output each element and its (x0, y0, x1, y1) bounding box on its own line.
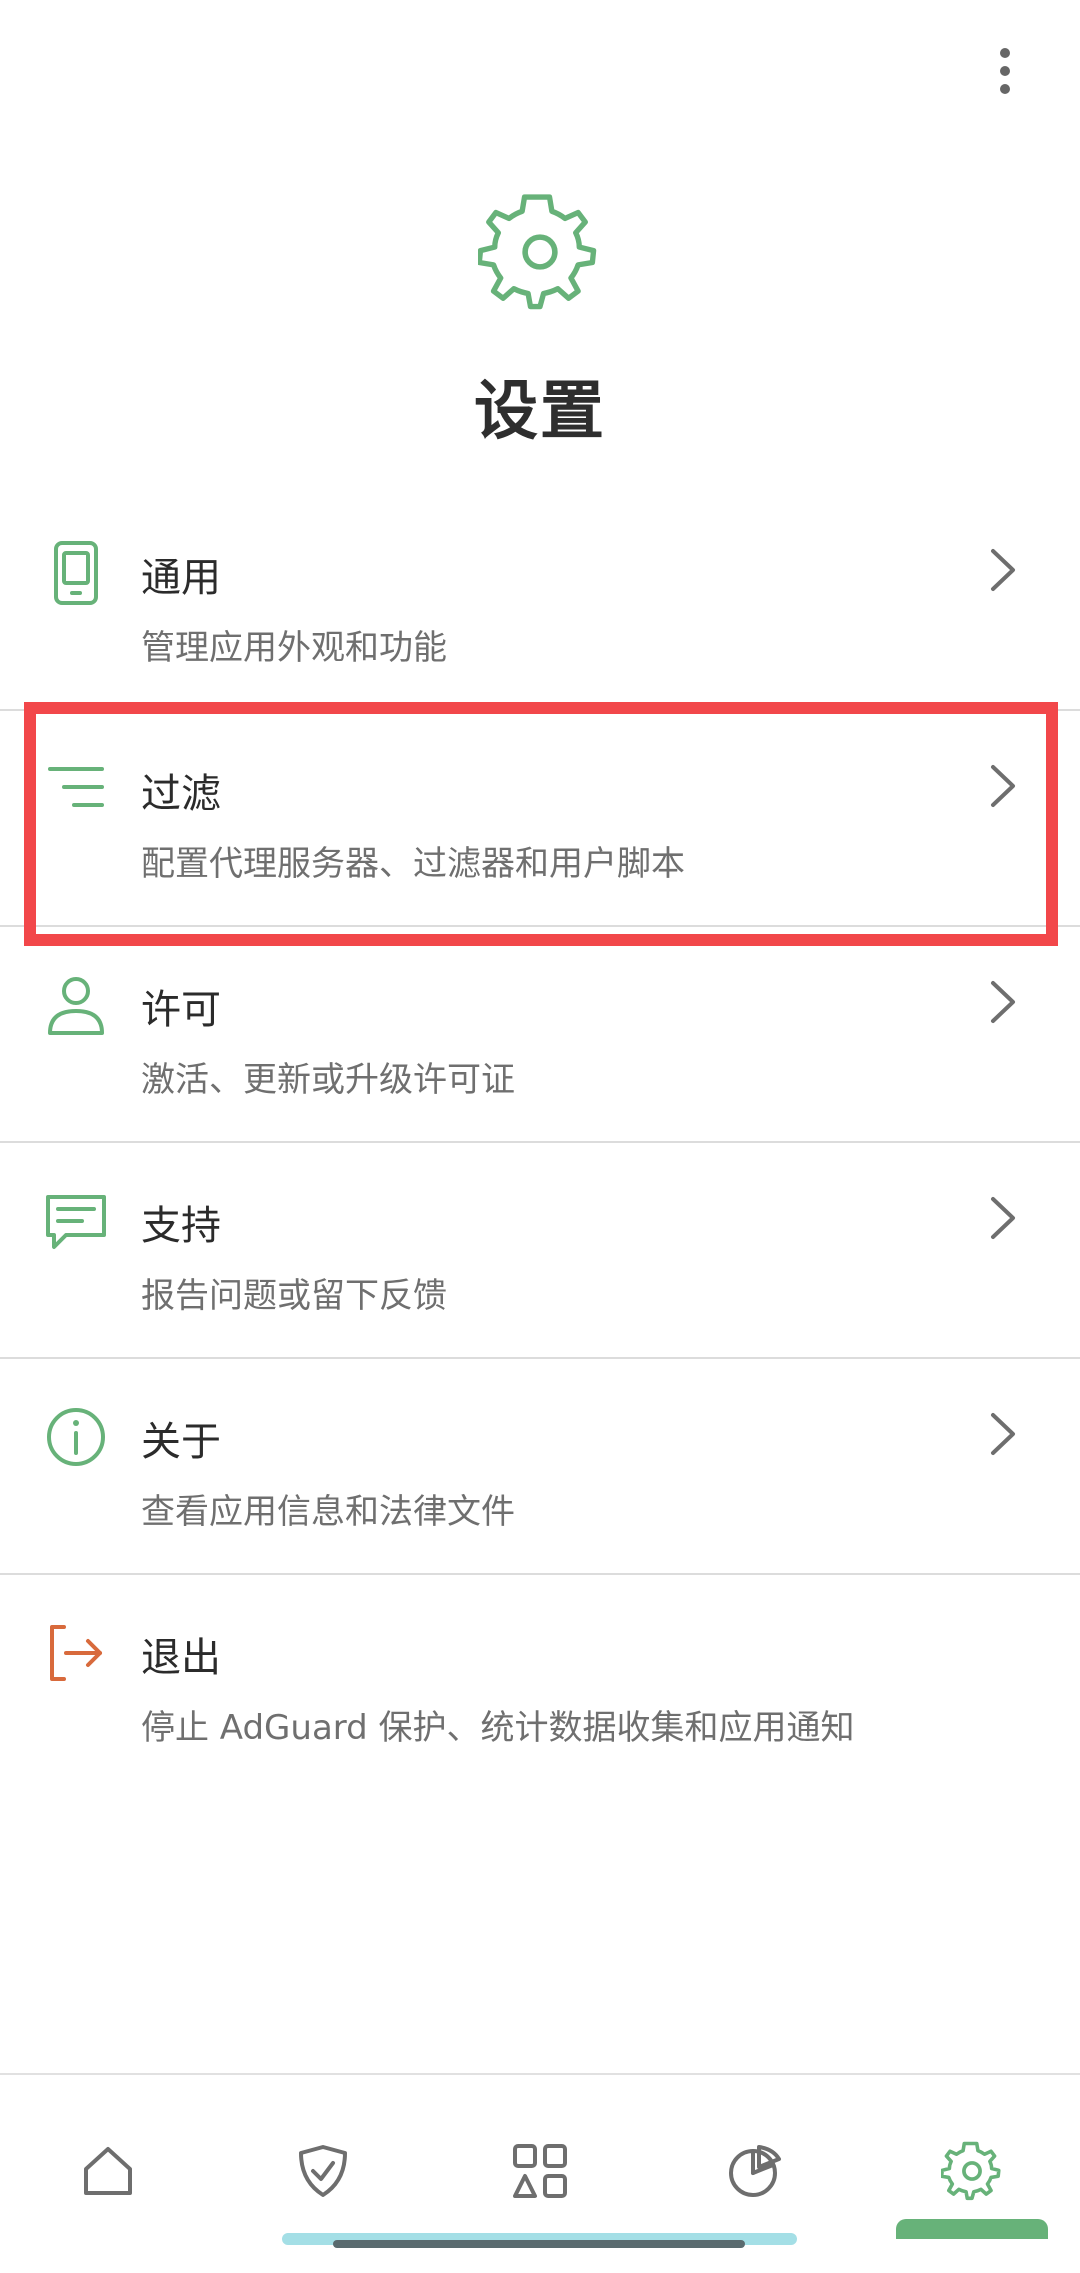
nav-tab-statistics[interactable] (705, 2121, 805, 2221)
settings-item-title: 退出 (141, 1635, 221, 1681)
chevron-right-icon (991, 1197, 1015, 1239)
home-icon (84, 2147, 132, 2195)
gear-icon (941, 2141, 1001, 2201)
more-vertical-icon (1000, 48, 1010, 94)
shield-check-icon (299, 2145, 347, 2197)
settings-item-support[interactable]: 支持 报告问题或留下反馈 (0, 1143, 1080, 1359)
settings-item-subtitle: 停止 AdGuard 保护、统计数据收集和应用通知 (141, 1708, 855, 1748)
user-icon (48, 977, 104, 1035)
settings-item-title: 许可 (141, 987, 221, 1033)
settings-item-title: 通用 (141, 555, 221, 601)
chevron-right-icon (991, 981, 1015, 1023)
phone-icon (54, 541, 98, 605)
settings-item-subtitle: 查看应用信息和法律文件 (141, 1492, 515, 1532)
chevron-right-icon (991, 765, 1015, 807)
info-icon (47, 1408, 105, 1466)
settings-list: 通用 管理应用外观和功能 过滤 配置代理服务器、过滤器和用户脚本 许可 激活、更… (0, 495, 1080, 1791)
settings-item-title: 关于 (141, 1419, 221, 1465)
chevron-right-icon (991, 549, 1015, 591)
settings-item-subtitle: 报告问题或留下反馈 (141, 1276, 447, 1316)
nav-tab-settings[interactable] (922, 2121, 1022, 2221)
settings-item-about[interactable]: 关于 查看应用信息和法律文件 (0, 1359, 1080, 1575)
nav-tab-apps[interactable] (490, 2121, 590, 2221)
gear-icon (478, 194, 597, 310)
settings-item-license[interactable]: 许可 激活、更新或升级许可证 (0, 927, 1080, 1143)
active-tab-indicator (896, 2219, 1048, 2239)
exit-icon (50, 1625, 102, 1681)
gesture-bar-handle[interactable] (333, 2240, 745, 2248)
settings-item-title: 支持 (141, 1203, 221, 1249)
settings-item-subtitle: 激活、更新或升级许可证 (141, 1060, 515, 1100)
settings-item-filtering[interactable]: 过滤 配置代理服务器、过滤器和用户脚本 (0, 711, 1080, 927)
filter-lines-icon (48, 767, 104, 807)
nav-tab-home[interactable] (58, 2121, 158, 2221)
settings-item-title: 过滤 (141, 771, 221, 817)
page-title: 设置 (474, 375, 606, 449)
apps-shapes-icon (513, 2144, 567, 2198)
more-options-button[interactable] (970, 36, 1040, 106)
settings-item-subtitle: 配置代理服务器、过滤器和用户脚本 (141, 844, 685, 884)
nav-tab-protection[interactable] (273, 2121, 373, 2221)
chevron-right-icon (991, 1413, 1015, 1455)
settings-item-exit[interactable]: 退出 停止 AdGuard 保护、统计数据收集和应用通知 (0, 1575, 1080, 1791)
settings-item-subtitle: 管理应用外观和功能 (141, 628, 447, 668)
pie-chart-icon (729, 2145, 781, 2197)
settings-item-general[interactable]: 通用 管理应用外观和功能 (0, 495, 1080, 711)
chat-icon (46, 1195, 106, 1249)
